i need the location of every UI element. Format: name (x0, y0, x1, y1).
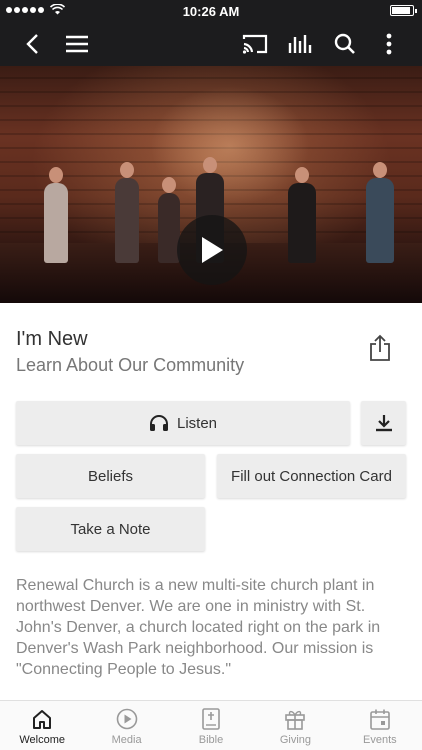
share-button[interactable] (366, 332, 394, 364)
back-icon (26, 34, 38, 54)
listen-button[interactable]: Listen (16, 401, 350, 445)
tab-bible[interactable]: Bible (169, 701, 253, 750)
back-button[interactable] (17, 29, 47, 59)
performer (44, 167, 68, 263)
tab-label: Welcome (19, 734, 66, 746)
search-icon (334, 33, 355, 54)
page-subtitle: Learn About Our Community (16, 355, 245, 375)
tab-label: Media (111, 734, 142, 746)
beliefs-label: Beliefs (87, 467, 134, 485)
calendar-icon (370, 709, 390, 730)
download-icon (375, 415, 392, 432)
tab-events[interactable]: Events (338, 701, 422, 750)
connection-card-button[interactable]: Fill out Connection Card (217, 454, 406, 498)
more-vertical-icon (386, 33, 392, 55)
share-icon (370, 334, 390, 361)
top-navbar (0, 22, 422, 66)
status-bar: 10:26 AM (0, 0, 422, 22)
tab-label: Giving (279, 734, 312, 746)
tab-label: Events (363, 734, 397, 746)
gift-icon (285, 710, 306, 730)
home-icon (33, 710, 52, 729)
more-options-button[interactable] (374, 29, 404, 59)
play-circle-icon (116, 708, 137, 730)
description-text: Renewal Church is a new multi-site churc… (16, 577, 381, 678)
battery-icon (390, 5, 417, 16)
tab-giving[interactable]: Giving (253, 701, 337, 750)
beliefs-button[interactable]: Beliefs (16, 454, 205, 498)
performer (288, 167, 316, 263)
play-button[interactable] (177, 215, 247, 285)
status-time: 10:26 AM (182, 4, 240, 19)
bible-icon (202, 708, 220, 730)
menu-button[interactable] (62, 29, 92, 59)
performer (366, 162, 394, 263)
cast-icon (242, 34, 268, 54)
listen-label: Listen (176, 414, 218, 432)
take-note-button[interactable]: Take a Note (16, 507, 205, 551)
play-icon (202, 237, 223, 263)
tab-welcome[interactable]: Welcome (0, 701, 84, 750)
download-button[interactable] (361, 401, 406, 445)
take-note-label: Take a Note (70, 520, 151, 538)
page-title: I'm New (16, 328, 88, 350)
performer (115, 162, 139, 263)
cast-button[interactable] (240, 29, 270, 59)
audio-button[interactable] (285, 29, 315, 59)
connection-card-label: Fill out Connection Card (231, 467, 392, 485)
search-button[interactable] (330, 29, 360, 59)
audio-bars-icon (288, 35, 312, 53)
tab-media[interactable]: Media (84, 701, 168, 750)
menu-icon (66, 35, 88, 53)
video-player[interactable] (0, 66, 422, 303)
headphones-icon (149, 415, 168, 431)
bottom-tab-bar: Welcome Media Bible Giving Events (0, 700, 422, 750)
tab-label: Bible (198, 734, 224, 746)
